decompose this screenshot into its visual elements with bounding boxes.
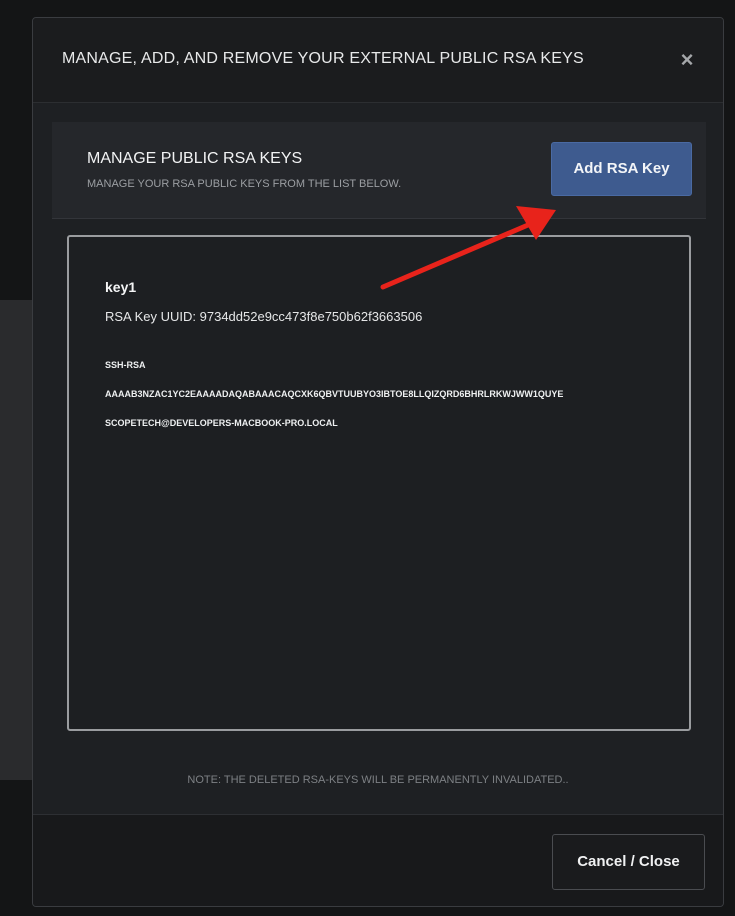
rsa-keys-modal: MANAGE, ADD, AND REMOVE YOUR EXTERNAL PU… — [32, 17, 724, 907]
manage-keys-section: MANAGE PUBLIC RSA KEYS MANAGE YOUR RSA P… — [52, 122, 706, 219]
modal-title: MANAGE, ADD, AND REMOVE YOUR EXTERNAL PU… — [62, 50, 584, 67]
key-comment: SCOPETECH@DEVELOPERS-MACBOOK-PRO.LOCAL — [105, 418, 338, 428]
close-icon[interactable]: × — [677, 48, 697, 72]
cancel-close-button[interactable]: Cancel / Close — [552, 834, 705, 890]
section-title: MANAGE PUBLIC RSA KEYS — [87, 150, 303, 167]
modal-header: MANAGE, ADD, AND REMOVE YOUR EXTERNAL PU… — [33, 18, 723, 103]
section-subtitle: MANAGE YOUR RSA PUBLIC KEYS FROM THE LIS… — [87, 178, 402, 190]
modal-footer: Cancel / Close — [33, 814, 723, 906]
deletion-note: NOTE: THE DELETED RSA-KEYS WILL BE PERMA… — [187, 774, 569, 786]
key-uuid: RSA Key UUID: 9734dd52e9cc473f8e750b62f3… — [105, 309, 423, 324]
key-data: AAAAB3NZAC1YC2EAAAADAQABAAACAQCXK6QBVTUU… — [105, 389, 564, 399]
add-rsa-key-button[interactable]: Add RSA Key — [551, 142, 692, 196]
key-type: SSH-RSA — [105, 360, 146, 370]
rsa-key-list: key1 RSA Key UUID: 9734dd52e9cc473f8e750… — [67, 235, 691, 731]
key-name: key1 — [105, 279, 137, 295]
